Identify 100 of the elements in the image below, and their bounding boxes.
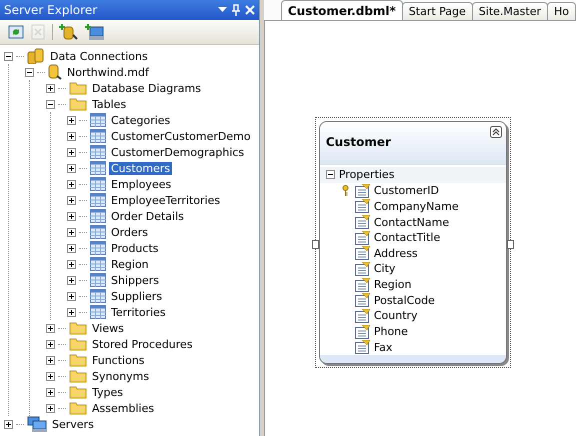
add-server-icon[interactable] bbox=[85, 23, 105, 41]
tree-item[interactable]: CustomerDemographics bbox=[109, 146, 246, 158]
database-icon bbox=[48, 64, 62, 80]
tree-item[interactable]: Products bbox=[109, 242, 160, 254]
refresh-icon[interactable] bbox=[8, 24, 24, 40]
folder-icon bbox=[69, 81, 87, 95]
folder-icon bbox=[69, 401, 87, 415]
folder-icon bbox=[69, 321, 87, 335]
table-icon bbox=[90, 241, 106, 255]
tree-item[interactable]: EmployeeTerritories bbox=[109, 194, 222, 206]
expand-toggle[interactable] bbox=[67, 308, 76, 316]
tree-item[interactable]: Stored Procedures bbox=[90, 338, 195, 350]
property-name: PostalCode bbox=[374, 294, 435, 307]
collapse-icon[interactable] bbox=[490, 126, 502, 138]
tree-item[interactable]: Northwind.mdf bbox=[65, 66, 151, 78]
tree-item[interactable]: Synonyms bbox=[90, 370, 152, 382]
table-icon bbox=[90, 161, 106, 175]
property-name: Region bbox=[374, 278, 412, 292]
document-tab[interactable]: Ho bbox=[546, 2, 576, 20]
add-database-icon[interactable] bbox=[59, 23, 79, 41]
table-icon bbox=[90, 225, 106, 239]
property-icon bbox=[354, 184, 371, 198]
tree-item[interactable]: Data Connections bbox=[48, 50, 150, 62]
expand-toggle[interactable] bbox=[46, 356, 55, 364]
property-name: Address bbox=[374, 246, 418, 260]
tree-item[interactable]: Servers bbox=[50, 418, 96, 430]
expand-toggle[interactable] bbox=[67, 180, 76, 188]
document-tab[interactable]: Start Page bbox=[402, 2, 473, 20]
folder-icon bbox=[69, 97, 87, 111]
expand-toggle[interactable] bbox=[67, 292, 76, 300]
tree-item[interactable]: Types bbox=[90, 386, 125, 398]
property-icon bbox=[354, 215, 371, 230]
property-name: Country bbox=[374, 309, 418, 322]
property-name: Fax bbox=[374, 340, 392, 354]
tree-item[interactable]: Categories bbox=[109, 114, 172, 126]
document-tab[interactable]: Site.Master bbox=[472, 2, 548, 20]
tree-item[interactable]: Territories bbox=[109, 306, 168, 318]
panel-title: Server Explorer bbox=[4, 3, 98, 17]
expand-toggle[interactable] bbox=[67, 276, 76, 284]
expand-toggle[interactable] bbox=[46, 340, 55, 348]
expand-toggle[interactable] bbox=[46, 404, 55, 412]
tree-item[interactable]: Suppliers bbox=[109, 290, 164, 302]
database-icon bbox=[27, 48, 45, 64]
expand-toggle[interactable] bbox=[46, 324, 55, 332]
table-icon bbox=[90, 129, 106, 143]
expand-toggle[interactable] bbox=[67, 164, 76, 172]
table-icon bbox=[90, 145, 106, 159]
tree-item[interactable]: Database Diagrams bbox=[90, 82, 203, 94]
tree-item[interactable]: Employees bbox=[109, 178, 174, 190]
expand-toggle[interactable] bbox=[67, 196, 76, 204]
tree-item[interactable]: Views bbox=[90, 322, 126, 334]
collapse-toggle[interactable] bbox=[326, 170, 335, 180]
folder-icon bbox=[69, 369, 87, 383]
expand-toggle[interactable] bbox=[46, 84, 55, 92]
expand-toggle[interactable] bbox=[46, 388, 55, 396]
tree-item[interactable]: Region bbox=[109, 258, 151, 270]
property-icon bbox=[354, 262, 371, 276]
tree-item[interactable]: Order Details bbox=[109, 210, 186, 222]
tree-item[interactable]: Tables bbox=[90, 98, 128, 110]
expand-toggle[interactable] bbox=[46, 372, 55, 380]
tree-item[interactable]: Orders bbox=[109, 226, 150, 238]
property-name: ContactTitle bbox=[374, 231, 440, 244]
table-icon bbox=[90, 273, 106, 287]
expand-toggle[interactable] bbox=[67, 260, 76, 268]
property-name: CustomerID bbox=[374, 184, 439, 198]
property-icon bbox=[354, 293, 371, 308]
property-icon bbox=[354, 340, 371, 354]
property-icon bbox=[354, 246, 371, 260]
tree-item[interactable]: Shippers bbox=[109, 274, 161, 286]
document-tab[interactable]: Customer.dbml* bbox=[280, 0, 403, 20]
table-icon bbox=[90, 193, 106, 207]
tree-item[interactable]: Functions bbox=[90, 354, 147, 366]
property-name: ContactName bbox=[374, 216, 450, 229]
table-icon bbox=[90, 209, 106, 223]
property-icon bbox=[354, 324, 371, 339]
expand-toggle[interactable] bbox=[67, 116, 76, 124]
entity-title: Customer bbox=[326, 135, 392, 149]
pin-icon[interactable] bbox=[230, 4, 241, 16]
tree-item[interactable]: CustomerCustomerDemo bbox=[109, 130, 253, 142]
expand-toggle[interactable] bbox=[67, 244, 76, 252]
folder-icon bbox=[69, 385, 87, 399]
folder-icon bbox=[69, 337, 87, 351]
close-icon[interactable] bbox=[244, 5, 255, 15]
property-icon bbox=[354, 199, 371, 214]
tree-item[interactable]: Assemblies bbox=[90, 402, 156, 414]
dropdown-icon[interactable] bbox=[218, 7, 227, 13]
expand-toggle[interactable] bbox=[67, 148, 76, 156]
collapse-toggle[interactable] bbox=[4, 52, 13, 60]
table-icon bbox=[90, 113, 106, 127]
expand-toggle[interactable] bbox=[67, 228, 76, 236]
collapse-toggle[interactable] bbox=[25, 68, 34, 76]
entity-card[interactable]: Customer Properties CustomerID CompanyName ContactName ContactTitle Address City Region PostalCode Country Phone Fax bbox=[318, 121, 507, 364]
expand-toggle[interactable] bbox=[67, 212, 76, 220]
tree-item[interactable]: Customers bbox=[109, 162, 172, 174]
section-label: Properties bbox=[338, 168, 394, 182]
expand-toggle[interactable] bbox=[4, 420, 13, 428]
collapse-toggle[interactable] bbox=[46, 100, 55, 108]
resize-handle[interactable] bbox=[312, 240, 319, 249]
servers-icon bbox=[27, 416, 47, 432]
expand-toggle[interactable] bbox=[67, 132, 76, 140]
